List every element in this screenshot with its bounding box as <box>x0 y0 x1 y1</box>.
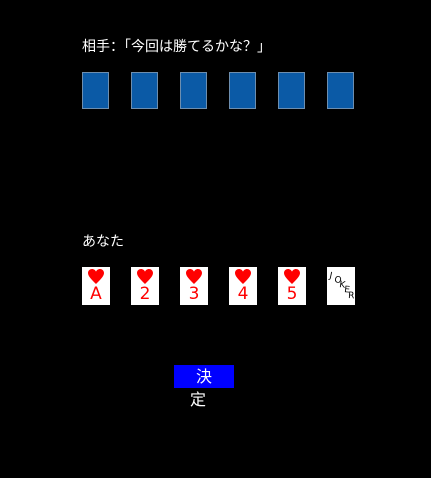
opponent-card[interactable] <box>131 72 158 109</box>
player-card-heart-2[interactable]: 2 <box>131 267 159 305</box>
card-rank: 5 <box>286 284 298 304</box>
player-card-heart-a[interactable]: A <box>82 267 110 305</box>
opponent-card[interactable] <box>327 72 354 109</box>
heart-icon <box>284 269 300 284</box>
card-rank: A <box>90 284 102 304</box>
opponent-card[interactable] <box>82 72 109 109</box>
player-hand: A 2 3 4 5 J O K E R <box>82 267 355 305</box>
joker-icon: J O K E R <box>327 271 355 301</box>
opponent-card[interactable] <box>278 72 305 109</box>
svg-text:R: R <box>348 291 355 301</box>
card-rank: 3 <box>188 284 200 304</box>
opponent-hand <box>82 72 354 109</box>
heart-icon <box>88 269 104 284</box>
player-card-heart-3[interactable]: 3 <box>180 267 208 305</box>
player-card-joker[interactable]: J O K E R <box>327 267 355 305</box>
card-rank: 4 <box>237 284 249 304</box>
opponent-card[interactable] <box>180 72 207 109</box>
svg-text:J: J <box>327 271 333 282</box>
player-label: あなた <box>82 234 124 250</box>
card-rank: 2 <box>139 284 151 304</box>
player-card-heart-4[interactable]: 4 <box>229 267 257 305</box>
decide-button[interactable]: 決定 <box>174 365 234 409</box>
heart-icon <box>137 269 153 284</box>
opponent-dialogue: 相手：「今回は勝てるかな？」 <box>82 39 271 55</box>
heart-icon <box>186 269 202 284</box>
player-card-heart-5[interactable]: 5 <box>278 267 306 305</box>
opponent-card[interactable] <box>229 72 256 109</box>
heart-icon <box>235 269 251 284</box>
